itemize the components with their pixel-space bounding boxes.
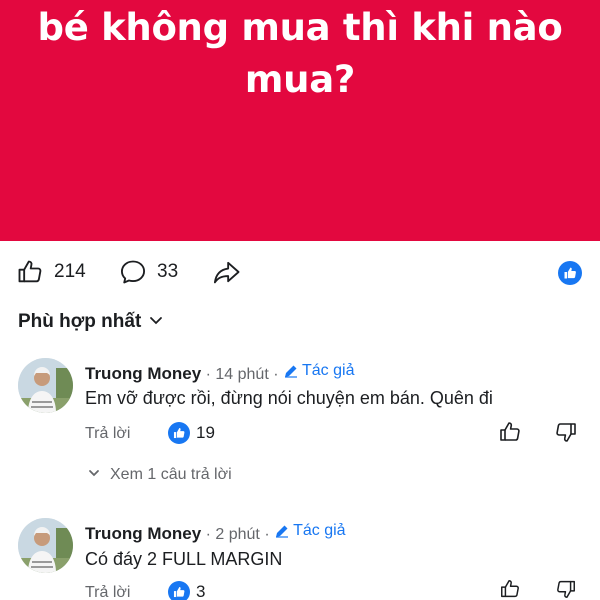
comment-item: Truong Money · 2 phút · Tác giả Có đáy 2… xyxy=(0,0,600,600)
comment-text: Có đáy 2 FULL MARGIN xyxy=(85,549,283,569)
pencil-icon xyxy=(276,525,289,538)
comment-like-summary[interactable]: 3 xyxy=(168,581,205,600)
author-badge: Tác giả xyxy=(274,522,346,540)
thumbs-down-outline-icon xyxy=(554,580,578,600)
author-badge-label: Tác giả xyxy=(293,522,346,539)
comment-time: · 2 phút · xyxy=(201,526,275,543)
reply-button[interactable]: Trả lời xyxy=(85,584,130,600)
commenter-name[interactable]: Truong Money xyxy=(85,524,201,543)
comment-header: Truong Money · 2 phút · Tác giả xyxy=(85,522,346,544)
upvote-button[interactable] xyxy=(498,578,522,600)
downvote-button[interactable] xyxy=(554,578,578,600)
like-badge-icon xyxy=(168,581,190,600)
avatar[interactable] xyxy=(18,518,73,573)
thumbs-up-outline-icon xyxy=(498,580,522,600)
comment-like-count: 3 xyxy=(196,582,206,600)
